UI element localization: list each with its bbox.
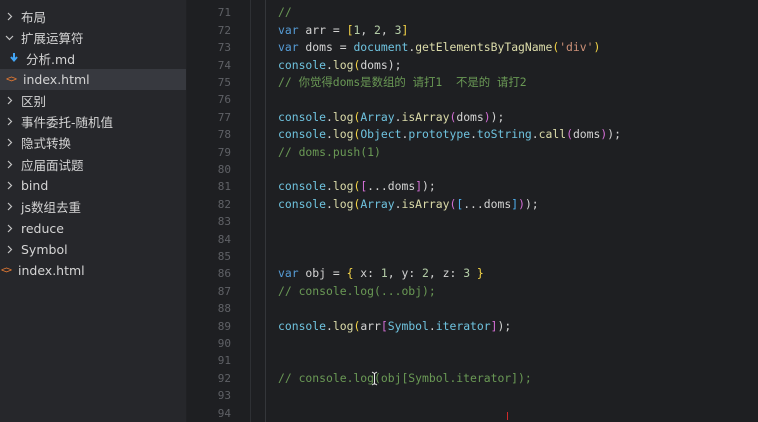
tree-folder-事件委托-随机值[interactable]: 事件委托-随机值 bbox=[0, 111, 186, 132]
line-number: 90 bbox=[217, 337, 231, 350]
tree-file-index-html-selected[interactable]: <> index.html bbox=[0, 69, 186, 90]
tree-folder-symbol[interactable]: Symbol bbox=[0, 239, 186, 260]
tree-item-label: 分析.md bbox=[26, 52, 76, 67]
line-number: 87 bbox=[217, 285, 231, 298]
code-line-71: // bbox=[278, 5, 292, 19]
code-line-75: // 你觉得doms是数组的 请打1 不是的 请打2 bbox=[278, 75, 527, 89]
code-line-86: var obj = { x: 1, y: 2, z: 3 } bbox=[278, 266, 484, 280]
chevron-right-icon bbox=[5, 245, 14, 254]
chevron-right-icon bbox=[5, 224, 14, 233]
code-line-77: console.log(Array.isArray(doms)); bbox=[278, 110, 505, 124]
chevron-right-icon bbox=[5, 96, 14, 105]
line-number: 93 bbox=[217, 389, 231, 402]
tree-file-分析-md[interactable]: 分析.md bbox=[0, 48, 186, 69]
code-editor[interactable]: 71 72 73 74 75 76 77 78 79 80 81 82 83 8… bbox=[187, 0, 758, 422]
line-number: 74 bbox=[217, 59, 231, 72]
markdown-file-icon bbox=[8, 52, 20, 66]
chevron-right-icon bbox=[5, 138, 14, 147]
line-number: 88 bbox=[217, 302, 231, 315]
line-number: 82 bbox=[217, 198, 231, 211]
indent-guide bbox=[250, 0, 251, 422]
line-number: 81 bbox=[217, 180, 231, 193]
scroll-marker bbox=[507, 412, 508, 420]
code-line-78: console.log(Object.prototype.toString.ca… bbox=[278, 127, 621, 141]
tree-item-label: reduce bbox=[21, 221, 64, 236]
chevron-right-icon bbox=[5, 202, 14, 211]
tree-folder-布局[interactable]: 布局 bbox=[0, 6, 186, 27]
tree-item-label: 隐式转换 bbox=[21, 136, 72, 151]
tree-folder-应届面试题[interactable]: 应届面试题 bbox=[0, 154, 186, 175]
code-line-89: console.log(arr[Symbol.iterator]); bbox=[278, 319, 512, 333]
line-number: 94 bbox=[217, 407, 231, 420]
tree-folder-reduce[interactable]: reduce bbox=[0, 218, 186, 239]
code-lines: // var arr = [1, 2, 3] var doms = docume… bbox=[278, 0, 758, 422]
code-line-73: var doms = document.getElementsByTagName… bbox=[278, 40, 601, 54]
tree-item-label: index.html bbox=[23, 72, 90, 87]
text-cursor-icon bbox=[371, 371, 378, 386]
tree-folder-bind[interactable]: bind bbox=[0, 175, 186, 196]
tree-folder-扩展运算符[interactable]: 扩展运算符 bbox=[0, 27, 186, 48]
chevron-right-icon bbox=[5, 181, 14, 190]
tree-item-label: 事件委托-随机值 bbox=[21, 115, 114, 130]
line-number: 72 bbox=[217, 24, 231, 37]
code-line-81: console.log([...doms]); bbox=[278, 179, 436, 193]
indent-guide bbox=[265, 0, 266, 422]
line-number: 89 bbox=[217, 320, 231, 333]
tree-item-label: Symbol bbox=[21, 242, 68, 257]
chevron-right-icon bbox=[5, 12, 14, 21]
tree-folder-js数组去重[interactable]: js数组去重 bbox=[0, 196, 186, 217]
file-explorer: 布局 扩展运算符 分析.md <> index.html 区别 事件委托-随机值… bbox=[0, 0, 187, 422]
line-number: 80 bbox=[217, 163, 231, 176]
chevron-right-icon bbox=[5, 117, 14, 126]
code-line-87: // console.log(...obj); bbox=[278, 284, 436, 298]
tree-item-label: js数组去重 bbox=[21, 200, 81, 215]
tree-item-label: 应届面试题 bbox=[21, 158, 84, 173]
tree-item-label: 区别 bbox=[21, 94, 47, 109]
line-number: 83 bbox=[217, 215, 231, 228]
line-number: 77 bbox=[217, 111, 231, 124]
line-number: 75 bbox=[217, 76, 231, 89]
tree-folder-区别[interactable]: 区别 bbox=[0, 90, 186, 111]
code-line-92: // console.log(obj[Symbol.iterator]); bbox=[278, 371, 532, 385]
html-file-icon: <> bbox=[0, 265, 12, 276]
chevron-right-icon bbox=[5, 160, 14, 169]
line-number: 76 bbox=[217, 93, 231, 106]
tree-item-label: 布局 bbox=[21, 10, 47, 25]
code-line-74: console.log(doms); bbox=[278, 58, 402, 72]
line-number: 84 bbox=[217, 233, 231, 246]
code-line-82: console.log(Array.isArray([...doms])); bbox=[278, 197, 539, 211]
chevron-down-icon bbox=[5, 33, 14, 42]
line-number: 86 bbox=[217, 267, 231, 280]
tree-item-label: bind bbox=[21, 178, 49, 193]
tree-file-index-html[interactable]: <> index.html bbox=[0, 260, 186, 281]
line-number: 92 bbox=[217, 372, 231, 385]
line-number: 85 bbox=[217, 250, 231, 263]
line-number: 71 bbox=[217, 6, 231, 19]
line-number: 73 bbox=[217, 41, 231, 54]
line-number: 79 bbox=[217, 146, 231, 159]
vscode-window: 布局 扩展运算符 分析.md <> index.html 区别 事件委托-随机值… bbox=[0, 0, 758, 422]
line-number: 78 bbox=[217, 128, 231, 141]
tree-item-label: 扩展运算符 bbox=[21, 31, 84, 46]
line-number: 91 bbox=[217, 354, 231, 367]
tree-item-label: index.html bbox=[18, 263, 85, 278]
line-number-gutter: 71 72 73 74 75 76 77 78 79 80 81 82 83 8… bbox=[187, 0, 231, 422]
html-file-icon: <> bbox=[5, 74, 17, 85]
code-line-79: // doms.push(1) bbox=[278, 145, 381, 159]
code-line-72: var arr = [1, 2, 3] bbox=[278, 23, 409, 37]
tree-folder-隐式转换[interactable]: 隐式转换 bbox=[0, 132, 186, 153]
